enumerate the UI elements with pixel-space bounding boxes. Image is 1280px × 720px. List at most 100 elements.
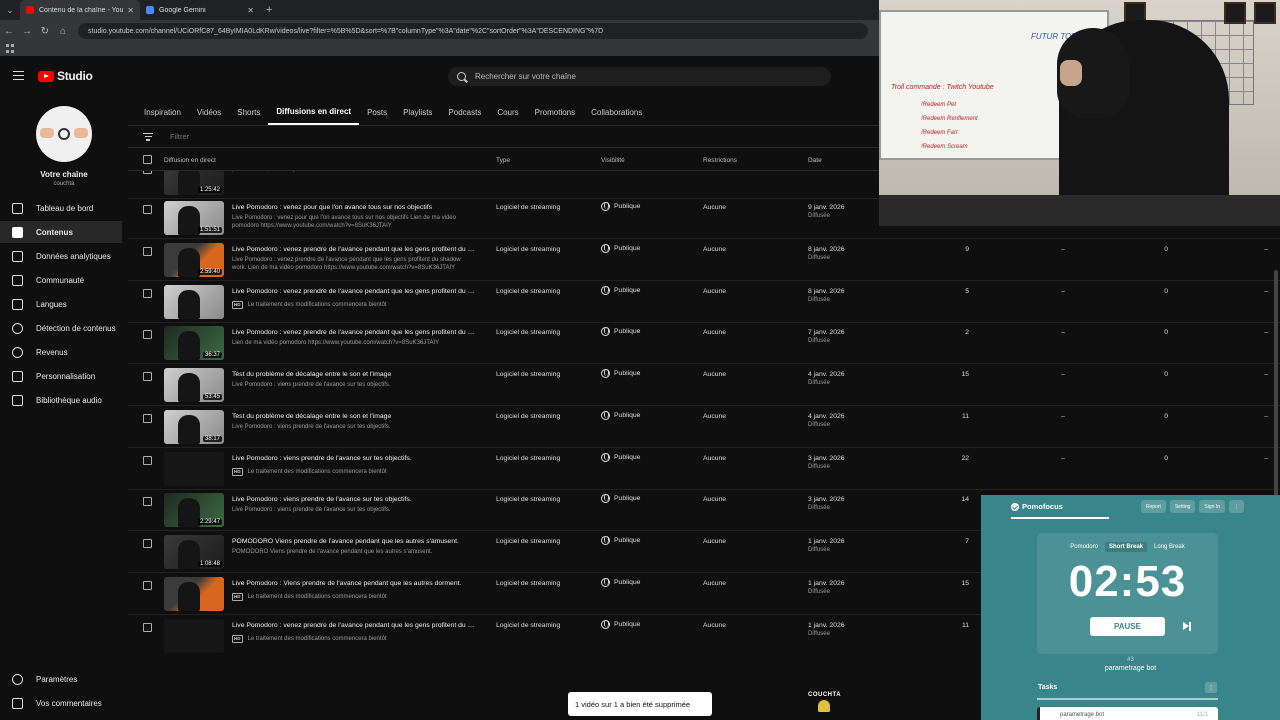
select-all-checkbox[interactable] [143, 155, 152, 164]
new-tab-icon[interactable]: + [266, 4, 272, 16]
row-checkbox[interactable] [143, 623, 152, 632]
column-video[interactable]: Diffusion en direct [164, 157, 216, 164]
row-checkbox[interactable] [143, 247, 152, 256]
video-title[interactable]: POMODORO Viens prendre de l'avance penda… [232, 538, 477, 545]
tab-shorts[interactable]: Shorts [229, 100, 268, 125]
column-restrictions[interactable]: Restrictions [703, 157, 737, 164]
video-thumbnail[interactable] [164, 285, 224, 319]
visibility-dropdown[interactable]: Publique [601, 369, 640, 378]
video-title[interactable]: Live Pomodoro : venez prendre de l'avanc… [232, 246, 477, 253]
visibility-dropdown[interactable]: Publique [601, 202, 640, 211]
sidebar-item-feedback[interactable]: Vos commentaires [0, 693, 128, 713]
setting-button[interactable]: Setting [1169, 500, 1196, 513]
visibility-dropdown[interactable]: Publique [601, 536, 640, 545]
visibility-dropdown[interactable]: Publique [601, 327, 640, 336]
row-checkbox[interactable] [143, 289, 152, 298]
video-title[interactable]: Live Pomodoro : viens prendre de l'avanc… [232, 496, 477, 503]
mode-pomodoro[interactable]: Pomodoro [1066, 542, 1102, 552]
table-row[interactable]: 53:45 Test du problème de décalage entre … [128, 364, 1280, 406]
tab-vid-os[interactable]: Vidéos [189, 100, 229, 125]
table-row[interactable]: 38:17 Test du problème de décalage entre … [128, 406, 1280, 448]
table-row[interactable]: 36:37 Live Pomodoro : venez prendre de l'… [128, 322, 1280, 364]
visibility-dropdown[interactable]: Publique [601, 494, 640, 503]
row-checkbox[interactable] [143, 581, 152, 590]
visibility-dropdown[interactable]: Publique [601, 244, 640, 253]
table-row[interactable]: Live Pomodoro : viens prendre de l'avanc… [128, 448, 1280, 490]
video-title[interactable]: Live Pomodoro : viens prendre de l'avanc… [232, 455, 477, 462]
video-title[interactable]: Live Pomodoro : Viens prendre de l'avanc… [232, 580, 477, 587]
row-checkbox[interactable] [143, 171, 152, 174]
video-thumbnail[interactable] [164, 577, 224, 611]
sidebar-item-settings[interactable]: Paramètres [0, 669, 128, 689]
back-icon[interactable]: ← [0, 26, 18, 37]
filter-icon[interactable] [143, 133, 153, 141]
video-title[interactable]: Live Pomodoro : venez prendre de l'avanc… [232, 622, 477, 629]
video-thumbnail[interactable]: 1:08:48 [164, 535, 224, 569]
sidebar-item-audio-library[interactable]: Bibliothèque audio [0, 389, 122, 411]
row-checkbox[interactable] [143, 539, 152, 548]
sidebar-item-community[interactable]: Communauté [0, 269, 122, 291]
video-thumbnail[interactable]: 36:37 [164, 326, 224, 360]
visibility-dropdown[interactable]: Publique [601, 620, 640, 629]
video-thumbnail[interactable] [164, 619, 224, 653]
report-button[interactable]: Report [1140, 500, 1166, 513]
pause-button[interactable]: PAUSE [1090, 617, 1165, 636]
reload-icon[interactable]: ↻ [36, 26, 54, 37]
visibility-dropdown[interactable]: Publique [601, 286, 640, 295]
tab-posts[interactable]: Posts [359, 100, 395, 125]
home-icon[interactable]: ⌂ [54, 26, 72, 37]
tasks-menu-icon[interactable]: ⋮ [1205, 682, 1217, 693]
video-title[interactable]: Live Pomodoro : venez pour que l'on avan… [232, 204, 477, 211]
visibility-dropdown[interactable]: Publique [601, 578, 640, 587]
search-bar[interactable] [448, 67, 831, 86]
close-tab-icon[interactable]: ✕ [247, 6, 254, 15]
sidebar-item-languages[interactable]: Langues [0, 293, 122, 315]
channel-avatar[interactable] [36, 106, 92, 162]
video-title[interactable]: Live Pomodoro : venez prendre de l'avanc… [232, 288, 477, 295]
row-checkbox[interactable] [143, 330, 152, 339]
table-row[interactable]: Live Pomodoro : venez prendre de l'avanc… [128, 281, 1280, 323]
row-checkbox[interactable] [143, 205, 152, 214]
forward-icon[interactable]: → [18, 26, 36, 37]
browser-tab-gemini[interactable]: Google Gemini ✕ [140, 0, 260, 20]
visibility-dropdown[interactable]: Publique [601, 453, 640, 462]
column-date[interactable]: Date [808, 157, 822, 164]
video-title[interactable]: Test du problème de décalage entre le so… [232, 371, 477, 378]
pomofocus-logo[interactable]: Pomofocus [1011, 502, 1063, 511]
video-thumbnail[interactable]: 1:25:42 [164, 171, 224, 195]
apps-icon[interactable] [6, 44, 15, 53]
sidebar-item-earn[interactable]: Revenus [0, 341, 122, 363]
more-icon[interactable]: ⋮ [1229, 500, 1244, 513]
row-checkbox[interactable] [143, 414, 152, 423]
table-row[interactable]: 2:59:40 Live Pomodoro : venez prendre de … [128, 239, 1280, 281]
sidebar-item-analytics[interactable]: Données analytiques [0, 245, 122, 267]
sidebar-item-customization[interactable]: Personnalisation [0, 365, 122, 387]
row-checkbox[interactable] [143, 372, 152, 381]
video-title[interactable]: Test du problème de décalage entre le so… [232, 413, 477, 420]
filter-input[interactable]: Filtrer [170, 132, 189, 141]
sidebar-item-content[interactable]: Contenus [0, 221, 122, 243]
mode-long-break[interactable]: Long Break [1150, 542, 1189, 552]
tab-search-icon[interactable]: ⌄ [0, 0, 20, 20]
visibility-dropdown[interactable]: Publique [601, 411, 640, 420]
video-thumbnail[interactable] [164, 452, 224, 486]
video-thumbnail[interactable]: 2:59:40 [164, 243, 224, 277]
search-input[interactable] [475, 72, 795, 81]
tab-promotions[interactable]: Promotions [527, 100, 583, 125]
tab-playlists[interactable]: Playlists [395, 100, 440, 125]
sidebar-item-dashboard[interactable]: Tableau de bord [0, 197, 122, 219]
video-thumbnail[interactable]: 53:45 [164, 368, 224, 402]
close-tab-icon[interactable]: ✕ [127, 6, 134, 15]
tab-podcasts[interactable]: Podcasts [440, 100, 489, 125]
browser-tab-studio[interactable]: Contenu de la chaîne - YouTub ✕ [20, 0, 140, 20]
scrollbar[interactable] [1274, 270, 1278, 510]
video-thumbnail[interactable]: 1:51:51 [164, 201, 224, 235]
sign-in-button[interactable]: Sign In [1199, 500, 1225, 513]
sidebar-item-copyright[interactable]: Détection de contenus [0, 317, 122, 339]
column-type[interactable]: Type [496, 157, 510, 164]
video-thumbnail[interactable]: 2:29:47 [164, 493, 224, 527]
mode-short-break[interactable]: Short Break [1104, 542, 1147, 552]
video-thumbnail[interactable]: 38:17 [164, 410, 224, 444]
row-checkbox[interactable] [143, 456, 152, 465]
tab-cours[interactable]: Cours [489, 100, 526, 125]
